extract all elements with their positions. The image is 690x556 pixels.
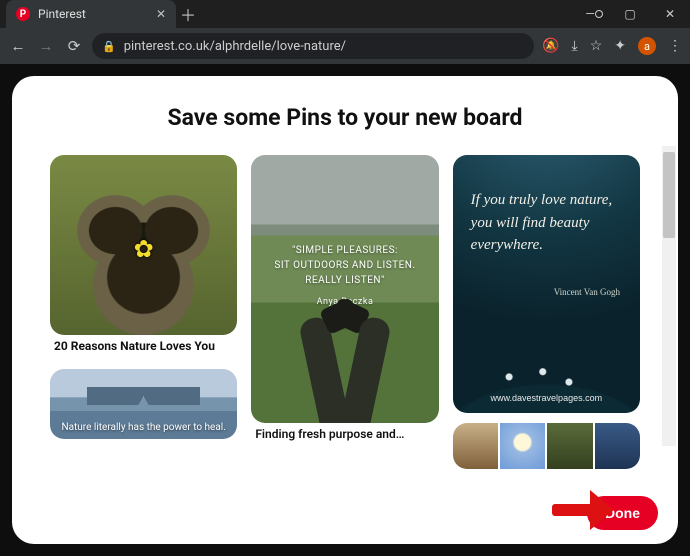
notifications-muted-icon[interactable]: 🔕 [542, 38, 559, 54]
window-titlebar: P Pinterest ✕ ＋ ― ▢ ✕ [0, 0, 690, 28]
window-maximize-button[interactable]: ▢ [610, 0, 650, 28]
pin-card[interactable]: If you truly love nature, you will find … [453, 155, 640, 413]
reload-button[interactable]: ⟳ [64, 37, 84, 55]
install-app-icon[interactable]: ⤓ [572, 38, 578, 54]
pin-card[interactable] [453, 423, 640, 469]
save-pins-modal: Save some Pins to your new board ✿ 20 Re… [12, 76, 678, 544]
forward-button[interactable]: → [36, 37, 56, 55]
pin-source-site: www.davestravelpages.com [453, 393, 640, 403]
pin-overlay-text: Nature literally has the power to heal. [50, 422, 237, 433]
browser-menu-button[interactable]: ⋮ [668, 38, 682, 54]
close-tab-icon[interactable]: ✕ [156, 7, 166, 21]
tab-title: Pinterest [38, 7, 86, 21]
lock-icon: 🔒 [102, 40, 116, 53]
address-text: pinterest.co.uk/alphrdelle/love-nature/ [124, 39, 346, 54]
recording-indicator-icon [595, 10, 603, 18]
pin-card[interactable]: "SIMPLE PLEASURES: SIT OUTDOORS AND LIST… [251, 155, 438, 447]
scrollbar[interactable] [662, 146, 676, 446]
browser-tab[interactable]: P Pinterest ✕ [6, 0, 176, 28]
pinterest-favicon: P [16, 7, 30, 21]
pin-image-vangogh-quote: If you truly love nature, you will find … [453, 155, 640, 413]
pin-image-thumbnail-strip [453, 423, 640, 469]
pin-image-legs-outdoors: "SIMPLE PLEASURES: SIT OUTDOORS AND LIST… [251, 155, 438, 423]
extensions-icon[interactable]: ✦ [614, 38, 626, 54]
pin-quote-text: If you truly love nature, you will find … [471, 189, 622, 257]
pin-card[interactable]: Nature literally has the power to heal. [50, 369, 237, 439]
window-close-button[interactable]: ✕ [650, 0, 690, 28]
done-button[interactable]: Done [587, 496, 658, 530]
pin-card[interactable]: ✿ 20 Reasons Nature Loves You [50, 155, 237, 359]
pin-caption: Finding fresh purpose and… [251, 423, 438, 447]
window-minimize-button[interactable]: ― [570, 0, 610, 28]
new-tab-button[interactable]: ＋ [176, 0, 200, 28]
flower-icon: ✿ [134, 235, 154, 263]
pin-caption: 20 Reasons Nature Loves You [50, 335, 237, 359]
browser-toolbar: ← → ⟳ 🔒 pinterest.co.uk/alphrdelle/love-… [0, 28, 690, 64]
pin-quote-attribution: Vincent Van Gogh [554, 287, 620, 297]
pin-grid[interactable]: ✿ 20 Reasons Nature Loves You Nature lit… [12, 137, 678, 544]
pin-image-heart-stump: ✿ [50, 155, 237, 335]
bookmark-star-icon[interactable]: ☆ [590, 38, 603, 54]
pin-image-mountain-lake: Nature literally has the power to heal. [50, 369, 237, 439]
profile-avatar[interactable]: a [638, 37, 656, 55]
address-bar[interactable]: 🔒 pinterest.co.uk/alphrdelle/love-nature… [92, 33, 534, 59]
modal-title: Save some Pins to your new board [12, 76, 678, 137]
scrollbar-thumb[interactable] [663, 152, 675, 238]
back-button[interactable]: ← [8, 37, 28, 55]
